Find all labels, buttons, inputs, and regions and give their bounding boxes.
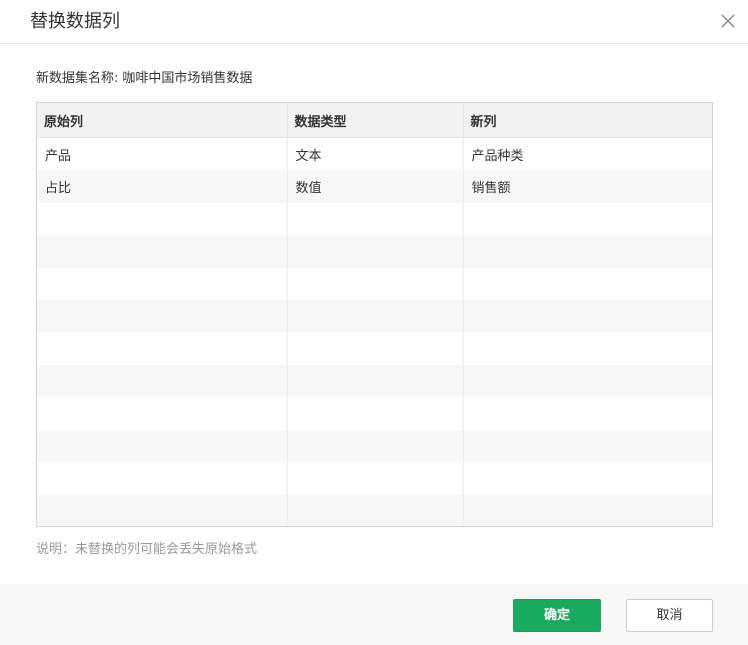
table-row [37, 267, 712, 300]
empty-cell [463, 397, 712, 430]
dialog-footer: 确定 取消 [0, 584, 748, 645]
table-row[interactable]: 占比 数值 销售额 [37, 170, 712, 203]
datatype-cell: 文本 [287, 137, 464, 171]
datatype-cell: 数值 [287, 170, 464, 203]
table-row [37, 299, 712, 333]
confirm-button[interactable]: 确定 [513, 599, 601, 632]
new-column-cell[interactable]: 销售额 [463, 170, 712, 203]
dataset-name-row: 新数据集名称: 咖啡中国市场销售数据 [36, 70, 252, 88]
empty-cell [463, 267, 712, 300]
empty-cell [37, 429, 288, 462]
empty-cell [37, 235, 288, 268]
empty-cell [37, 461, 288, 495]
empty-cell [287, 461, 464, 495]
empty-cell [463, 202, 712, 236]
table-row [37, 364, 712, 398]
column-header-original: 原始列 [37, 103, 288, 138]
original-column-cell: 占比 [37, 170, 288, 203]
empty-cell [37, 299, 288, 333]
original-column-cell: 产品 [37, 137, 288, 171]
table-row [37, 397, 712, 430]
empty-cell [287, 429, 464, 462]
replace-columns-dialog: 替换数据列 新数据集名称: 咖啡中国市场销售数据 原始列 数据类型 新列 产品 … [0, 0, 748, 645]
empty-cell [287, 364, 464, 398]
empty-cell [463, 494, 712, 526]
empty-cell [287, 235, 464, 268]
empty-cell [37, 332, 288, 365]
note-text: 说明：未替换的列可能会丢失原始格式 [36, 542, 258, 557]
empty-cell [287, 202, 464, 236]
empty-cell [37, 267, 288, 300]
dialog-header: 替换数据列 [0, 0, 748, 44]
table-row [37, 332, 712, 365]
table-header-row: 原始列 数据类型 新列 [37, 103, 712, 138]
empty-cell [287, 494, 464, 526]
empty-cell [287, 332, 464, 365]
empty-cell [287, 299, 464, 333]
dataset-name-value: 咖啡中国市场销售数据 [122, 71, 253, 86]
table-row [37, 429, 712, 462]
empty-cell [463, 429, 712, 462]
empty-cell [463, 332, 712, 365]
table-row [37, 202, 712, 236]
close-icon[interactable] [720, 13, 736, 29]
empty-cell [463, 299, 712, 333]
table-row [37, 494, 712, 526]
empty-cell [287, 267, 464, 300]
empty-cell [37, 364, 288, 398]
empty-cell [37, 202, 288, 236]
dialog-title: 替换数据列 [30, 11, 120, 32]
column-header-new: 新列 [463, 103, 712, 138]
dataset-name-label: 新数据集名称: [36, 71, 119, 86]
columns-table: 原始列 数据类型 新列 产品 文本 产品种类 占比 数值 销售额 [36, 102, 713, 527]
new-column-cell[interactable]: 产品种类 [463, 137, 712, 171]
empty-cell [463, 364, 712, 398]
empty-cell [287, 397, 464, 430]
cancel-button[interactable]: 取消 [626, 599, 713, 632]
table-row[interactable]: 产品 文本 产品种类 [37, 137, 712, 171]
empty-cell [463, 235, 712, 268]
table-row [37, 461, 712, 495]
column-header-datatype: 数据类型 [287, 103, 464, 138]
empty-cell [37, 397, 288, 430]
table-row [37, 235, 712, 268]
empty-cell [463, 461, 712, 495]
empty-cell [37, 494, 288, 526]
